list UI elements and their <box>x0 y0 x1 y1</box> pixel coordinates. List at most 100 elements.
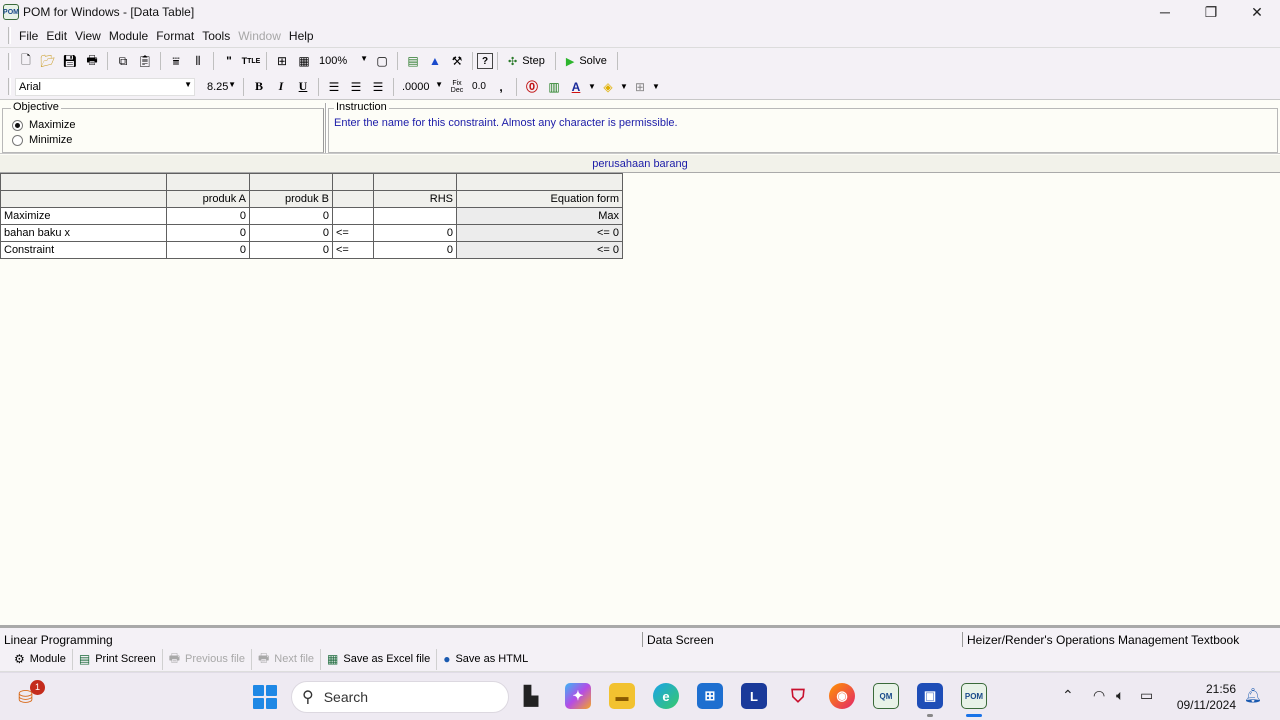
edge-browser-icon[interactable]: e <box>653 683 679 709</box>
zoom-select[interactable]: 100% ▼ <box>315 52 371 70</box>
spreadsheet-icon[interactable]: ▤ <box>402 51 424 71</box>
comma-button[interactable]: , <box>490 77 512 97</box>
task-view-icon[interactable]: ▙ <box>518 683 544 709</box>
volume-icon[interactable]: 🔈︎ <box>1116 687 1124 704</box>
menu-module[interactable]: Module <box>105 29 152 43</box>
coefficient-cell[interactable]: 0 <box>166 241 250 259</box>
row-name-cell[interactable]: Constraint <box>0 241 167 259</box>
print-screen-button[interactable]: ▤ Print Screen <box>73 648 163 670</box>
notification-bell-icon[interactable]: 🔔︎ <box>1244 687 1262 704</box>
mcafee-icon[interactable]: ⛉ <box>785 683 811 709</box>
insert-column-icon[interactable]: ⦀ <box>187 51 209 71</box>
window-fit-icon[interactable]: ▢ <box>371 51 393 71</box>
fill-color-icon[interactable]: ◈ <box>597 77 619 97</box>
menu-window[interactable]: Window <box>234 29 285 43</box>
copilot-icon[interactable]: ✦ <box>565 683 591 709</box>
step-button[interactable]: ✣ Step <box>502 51 551 71</box>
menu-view[interactable]: View <box>71 29 105 43</box>
coefficient-cell[interactable]: 0 <box>166 224 250 242</box>
underline-button[interactable]: U <box>292 77 314 97</box>
number-format-select[interactable]: .0000 ▼ <box>398 78 446 96</box>
bold-button[interactable]: B <box>248 77 270 97</box>
new-file-icon[interactable]: 🗋 <box>15 51 37 71</box>
minimize-button[interactable]: ─ <box>1142 0 1188 24</box>
open-folder-icon[interactable]: 📂︎ <box>37 51 59 71</box>
table-icon[interactable]: ▦ <box>293 51 315 71</box>
coefficient-cell[interactable]: 0 <box>249 207 333 225</box>
align-right-icon[interactable]: ☰ <box>367 77 389 97</box>
font-size-select[interactable]: 8.25 ▼ <box>203 78 239 96</box>
fix-decimal-button[interactable]: Fix Dec <box>446 77 468 97</box>
maximize-radio[interactable] <box>12 119 23 131</box>
tools-icon[interactable]: ⚒ <box>446 51 468 71</box>
firefox-icon[interactable]: ◉ <box>829 683 855 709</box>
lenovo-vantage-icon[interactable]: L <box>741 683 767 709</box>
qm-app-icon[interactable]: QM <box>873 683 899 709</box>
previous-file-button[interactable]: 🖶 Previous file <box>163 648 252 670</box>
close-button[interactable]: ✕ <box>1234 0 1280 24</box>
align-left-icon[interactable]: ☰ <box>323 77 345 97</box>
solve-button[interactable]: ▶ Solve <box>560 51 613 71</box>
menu-help[interactable]: Help <box>285 29 318 43</box>
widgets-button[interactable]: ⛁ 1 <box>18 680 46 711</box>
quote-icon[interactable]: " <box>218 51 240 71</box>
save-icon[interactable]: 💾︎ <box>59 51 81 71</box>
row-name-cell[interactable]: bahan baku x <box>0 224 167 242</box>
coefficient-cell[interactable]: 0 <box>166 207 250 225</box>
module-button[interactable]: ⚙ Module <box>8 648 73 670</box>
title-case-icon[interactable]: T TLE <box>240 51 262 71</box>
rhs-cell[interactable]: 0 <box>373 241 457 259</box>
font-select[interactable]: Arial ▼ <box>15 77 195 96</box>
rhs-cell[interactable]: 0 <box>373 224 457 242</box>
align-center-icon[interactable]: ☰ <box>345 77 367 97</box>
minimize-option[interactable]: Minimize <box>12 134 72 146</box>
coefficient-cell[interactable]: 0 <box>249 241 333 259</box>
zero-decimal-button[interactable]: 0.0 <box>468 77 490 97</box>
save-html-button[interactable]: ● Save as HTML <box>437 649 534 670</box>
pom-taskbar-icon[interactable]: POM <box>961 683 987 709</box>
column-header-sign <box>332 190 374 208</box>
bottom-toolbar: ⚙ Module ▤ Print Screen 🖶 Previous file … <box>0 647 1280 672</box>
grid-icon[interactable]: ⊞ <box>271 51 293 71</box>
save-excel-button[interactable]: ▦ Save as Excel file <box>321 648 438 670</box>
chevron-down-icon[interactable]: ▼ <box>619 77 629 97</box>
column-header-produk-a[interactable]: produk A <box>166 190 250 208</box>
battery-icon[interactable]: ▭ <box>1140 687 1153 704</box>
next-file-button[interactable]: 🖶 Next file <box>252 648 322 670</box>
camera-app-icon[interactable]: ▣ <box>917 683 943 709</box>
file-explorer-icon[interactable]: ▬ <box>609 683 635 709</box>
sign-cell[interactable]: <= <box>332 224 374 242</box>
sign-cell[interactable] <box>332 207 374 225</box>
wifi-icon[interactable]: ◠ <box>1093 687 1105 704</box>
chevron-up-icon[interactable]: ⌃ <box>1062 687 1074 704</box>
microsoft-store-icon[interactable]: ⊞ <box>697 683 723 709</box>
normal-distribution-icon[interactable]: ▲ <box>424 51 446 71</box>
column-header-produk-b[interactable]: produk B <box>249 190 333 208</box>
help-icon[interactable]: ? <box>477 53 493 69</box>
coefficient-cell[interactable]: 0 <box>249 224 333 242</box>
minimize-radio[interactable] <box>12 134 23 146</box>
paste-icon[interactable]: 📋︎ <box>134 51 156 71</box>
font-color-icon[interactable]: A <box>565 77 587 97</box>
menu-format[interactable]: Format <box>152 29 198 43</box>
row-name-cell[interactable]: Maximize <box>0 207 167 225</box>
menu-edit[interactable]: Edit <box>42 29 71 43</box>
maximize-button[interactable]: ❐ <box>1188 0 1234 24</box>
chevron-down-icon[interactable]: ▼ <box>587 77 597 97</box>
zero-display-icon[interactable]: ⓪ <box>521 77 543 97</box>
sign-cell[interactable]: <= <box>332 241 374 259</box>
windows-start-icon[interactable] <box>253 685 277 709</box>
chevron-down-icon[interactable]: ▼ <box>651 77 661 97</box>
menu-tools[interactable]: Tools <box>198 29 234 43</box>
borders-icon[interactable]: ⊞ <box>629 77 651 97</box>
italic-button[interactable]: I <box>270 77 292 97</box>
columns-icon[interactable]: ▥ <box>543 77 565 97</box>
insert-row-icon[interactable]: ⩸ <box>165 51 187 71</box>
print-icon[interactable]: 🖶 <box>81 51 103 71</box>
taskbar-search[interactable]: ⚲ Search <box>291 681 509 713</box>
rhs-cell[interactable] <box>373 207 457 225</box>
copy-icon[interactable]: ⧉ <box>112 51 134 71</box>
maximize-option[interactable]: Maximize <box>12 119 75 131</box>
taskbar-clock[interactable]: 21:56 09/11/2024 <box>1177 681 1236 713</box>
menu-file[interactable]: File <box>15 29 42 43</box>
